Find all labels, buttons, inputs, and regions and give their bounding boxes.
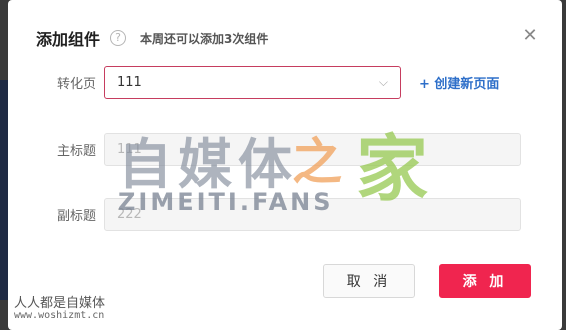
dialog-title: 添加组件 <box>36 30 101 49</box>
dialog-header: 添加组件 ? 本周还可以添加3次组件 <box>36 26 268 50</box>
main-title-label: 主标题 <box>56 144 96 159</box>
sub-title-row: 副标题 222 <box>8 198 521 231</box>
create-new-page-link[interactable]: + 创建新页面 <box>419 73 499 92</box>
conversion-page-select[interactable]: 111 ⌵ <box>104 66 401 99</box>
sub-title-label: 副标题 <box>56 209 96 224</box>
conversion-page-row: 转化页 111 ⌵ + 创建新页面 <box>8 66 499 99</box>
add-component-dialog: 添加组件 ? 本周还可以添加3次组件 ✕ 转化页 111 ⌵ + 创建新页面 主… <box>8 0 562 330</box>
sub-title-input[interactable]: 222 <box>104 198 521 231</box>
main-title-input[interactable]: 111 <box>104 133 521 166</box>
help-icon[interactable]: ? <box>110 30 127 46</box>
add-button[interactable]: 添 加 <box>439 264 531 298</box>
cancel-button[interactable]: 取 消 <box>323 264 415 298</box>
quota-hint: 本周还可以添加3次组件 <box>140 31 269 46</box>
chevron-down-icon: ⌵ <box>378 75 388 89</box>
conversion-page-value: 111 <box>117 75 142 90</box>
close-icon[interactable]: ✕ <box>520 26 540 46</box>
page-backdrop <box>0 80 8 300</box>
main-title-row: 主标题 111 <box>8 133 521 166</box>
conversion-page-label: 转化页 <box>56 77 96 92</box>
